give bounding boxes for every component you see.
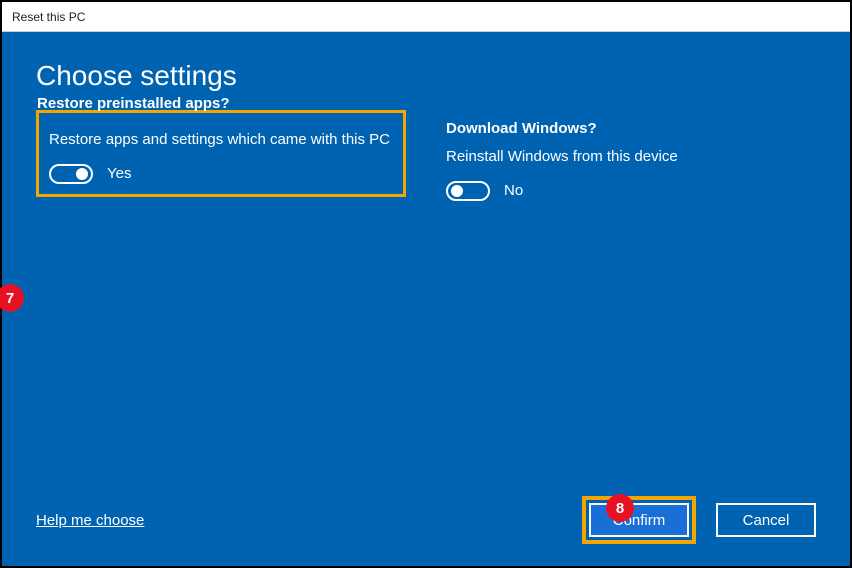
window: Reset this PC 7 8 Choose settings Restor…	[2, 2, 850, 566]
toggle-state-label: Yes	[107, 165, 131, 182]
question-description: Reinstall Windows from this device	[446, 147, 816, 167]
page-title: Choose settings	[36, 60, 816, 92]
confirm-button[interactable]: Confirm	[589, 503, 689, 537]
toggle-row: No	[446, 181, 816, 201]
options-row: Restore preinstalled apps? Restore apps …	[36, 120, 816, 201]
toggle-knob	[451, 185, 463, 197]
cancel-button[interactable]: Cancel	[716, 503, 816, 537]
highlight-restore-apps: Restore preinstalled apps? Restore apps …	[36, 110, 406, 197]
content-area: 7 8 Choose settings Restore preinstalled…	[2, 32, 850, 566]
annotation-label: 7	[6, 290, 14, 307]
toggle-knob	[76, 168, 88, 180]
option-download-windows: Download Windows? Reinstall Windows from…	[446, 120, 816, 201]
highlight-confirm: Confirm	[582, 496, 696, 544]
toggle-row: Yes	[49, 164, 393, 184]
question-description: Restore apps and settings which came wit…	[49, 130, 393, 150]
annotation-step-8: 8	[606, 494, 634, 522]
question-heading: Download Windows?	[446, 120, 816, 137]
annotation-step-7: 7	[0, 284, 24, 312]
question-heading: Restore preinstalled apps?	[37, 95, 393, 112]
annotation-label: 8	[616, 500, 624, 517]
titlebar: Reset this PC	[2, 2, 850, 32]
restore-apps-toggle[interactable]	[49, 164, 93, 184]
window-title: Reset this PC	[12, 10, 85, 24]
download-windows-toggle[interactable]	[446, 181, 490, 201]
toggle-state-label: No	[504, 182, 523, 199]
option-restore-apps: Restore preinstalled apps? Restore apps …	[36, 120, 406, 201]
help-me-choose-link[interactable]: Help me choose	[36, 512, 144, 529]
footer: Help me choose Confirm Cancel	[36, 496, 816, 544]
